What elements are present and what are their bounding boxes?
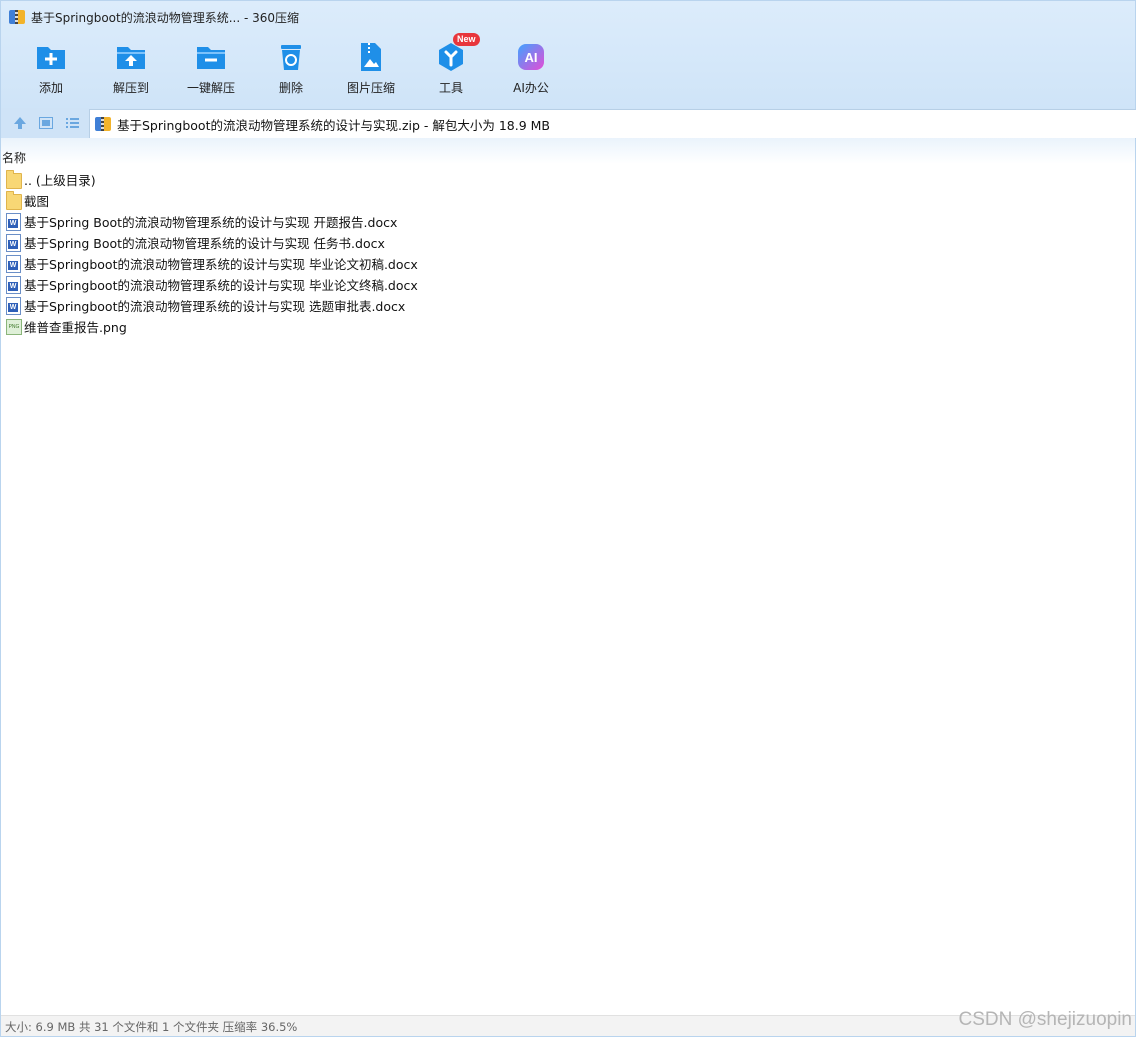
title-bar: 基于Springboot的流浪动物管理系统... - 360压缩 (1, 1, 1135, 33)
one-click-extract-button[interactable]: 一键解压 (171, 37, 251, 101)
archive-icon (9, 10, 25, 24)
image-compress-icon (355, 41, 387, 73)
list-item[interactable]: 基于Springboot的流浪动物管理系统的设计与实现 毕业论文初稿.docx (1, 253, 1135, 274)
window-title: 基于Springboot的流浪动物管理系统... - 360压缩 (31, 10, 300, 25)
ai-office-label: AI办公 (513, 81, 549, 95)
app-window: 基于Springboot的流浪动物管理系统... - 360压缩 添加 解压到 … (0, 0, 1136, 1037)
file-list: .. (上级目录) 截图 基于Spring Boot的流浪动物管理系统的设计与实… (1, 169, 1135, 337)
word-document-icon (6, 276, 21, 294)
folder-icon (6, 170, 22, 189)
header-area: 基于Springboot的流浪动物管理系统... - 360压缩 添加 解压到 … (1, 1, 1135, 108)
file-name: 基于Spring Boot的流浪动物管理系统的设计与实现 开题报告.docx (24, 215, 398, 230)
delete-label: 删除 (278, 81, 303, 95)
list-item[interactable]: 截图 (1, 190, 1135, 211)
image-compress-button[interactable]: 图片压缩 (331, 37, 411, 101)
address-text: 基于Springboot的流浪动物管理系统的设计与实现.zip - 解包大小为 … (117, 117, 551, 133)
tools-label: 工具 (438, 81, 463, 95)
list-view-icon[interactable] (64, 115, 80, 131)
word-document-icon (6, 297, 21, 315)
tools-button[interactable]: 工具 (411, 37, 491, 101)
list-item[interactable]: 基于Springboot的流浪动物管理系统的设计与实现 选题审批表.docx (1, 295, 1135, 316)
new-badge: New (453, 33, 480, 46)
list-item-parent-directory[interactable]: .. (上级目录) (1, 169, 1135, 190)
image-compress-label: 图片压缩 (346, 81, 395, 95)
png-image-icon (6, 318, 22, 335)
list-item[interactable]: 基于Spring Boot的流浪动物管理系统的设计与实现 任务书.docx (1, 232, 1135, 253)
ai-office-button[interactable]: AI AI办公 (491, 37, 571, 101)
extract-to-label: 解压到 (112, 81, 149, 95)
ai-office-icon: AI (515, 41, 547, 73)
file-name: 基于Spring Boot的流浪动物管理系统的设计与实现 任务书.docx (24, 236, 385, 251)
add-icon (35, 41, 67, 73)
extract-to-button[interactable]: 解压到 (91, 37, 171, 101)
add-button[interactable]: 添加 (11, 37, 91, 101)
navigation-bar: 基于Springboot的流浪动物管理系统的设计与实现.zip - 解包大小为 … (1, 108, 1136, 139)
address-bar[interactable]: 基于Springboot的流浪动物管理系统的设计与实现.zip - 解包大小为 … (89, 109, 1136, 139)
list-item[interactable]: 基于Spring Boot的流浪动物管理系统的设计与实现 开题报告.docx (1, 211, 1135, 232)
list-item[interactable]: 维普查重报告.png (1, 316, 1135, 337)
file-name: 维普查重报告.png (24, 320, 127, 335)
list-item[interactable]: 基于Springboot的流浪动物管理系统的设计与实现 毕业论文终稿.docx (1, 274, 1135, 295)
word-document-icon (6, 213, 21, 231)
extract-to-icon (115, 41, 147, 73)
word-document-icon (6, 234, 21, 252)
status-text: 大小: 6.9 MB 共 31 个文件和 1 个文件夹 压缩率 36.5% (5, 1020, 298, 1034)
one-click-extract-label: 一键解压 (186, 81, 235, 95)
one-click-extract-icon (195, 41, 227, 73)
list-header: 名称 (1, 138, 1135, 166)
up-arrow-icon[interactable] (12, 115, 28, 131)
archive-icon (95, 117, 111, 131)
delete-button[interactable]: 删除 (251, 37, 331, 101)
file-name: 基于Springboot的流浪动物管理系统的设计与实现 毕业论文初稿.docx (24, 257, 418, 272)
folder-icon (6, 191, 22, 210)
file-name: 基于Springboot的流浪动物管理系统的设计与实现 毕业论文终稿.docx (24, 278, 418, 293)
file-name: .. (上级目录) (24, 173, 96, 188)
thumbnail-view-icon[interactable] (38, 115, 54, 131)
add-label: 添加 (38, 81, 63, 95)
watermark: CSDN @shejizuopin (958, 1009, 1132, 1030)
word-document-icon (6, 255, 21, 273)
toolbar: 添加 解压到 一键解压 删除 图片压缩 工具 AI AI办公 (11, 37, 571, 101)
delete-icon (275, 41, 307, 73)
file-name: 截图 (24, 194, 50, 209)
ai-icon-text: AI (525, 50, 538, 65)
column-header-name[interactable]: 名称 (2, 149, 26, 166)
file-name: 基于Springboot的流浪动物管理系统的设计与实现 选题审批表.docx (24, 299, 406, 314)
